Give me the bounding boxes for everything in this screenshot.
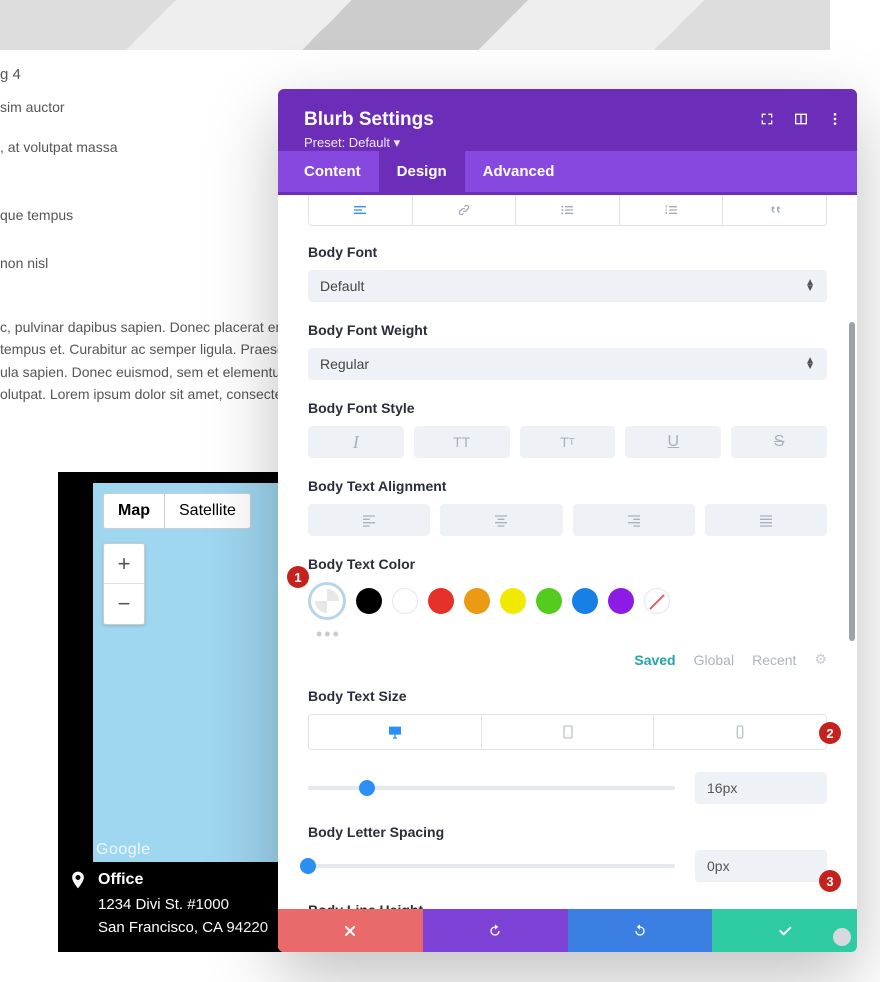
device-desktop-tab[interactable]	[309, 715, 482, 749]
text-element-tabbar	[308, 195, 827, 226]
zoom-in-button[interactable]: +	[104, 544, 144, 584]
color-swatch-green[interactable]	[536, 588, 562, 614]
modal-footer	[278, 909, 857, 952]
bg-line: non nisl	[0, 252, 48, 274]
paragraph-tab[interactable]	[309, 195, 413, 225]
tab-content[interactable]: Content	[304, 151, 361, 192]
map-type-controls: Map Satellite	[103, 493, 251, 529]
modal-header: Blurb Settings Preset: Default ▾ Content…	[278, 89, 857, 195]
bg-line: , at volutpat massa	[0, 136, 118, 158]
align-center-button[interactable]	[440, 504, 562, 536]
align-justify-button[interactable]	[705, 504, 827, 536]
device-tablet-tab[interactable]	[482, 715, 655, 749]
label-body-letter-spacing: Body Letter Spacing	[308, 824, 827, 840]
palette-tab-saved[interactable]: Saved	[634, 652, 675, 668]
body-font-select[interactable]: Default ▲▼	[308, 270, 827, 302]
color-swatch-orange[interactable]	[464, 588, 490, 614]
tab-design[interactable]: Design	[379, 151, 465, 192]
text-size-slider[interactable]	[308, 786, 675, 790]
bg-heading: g 4	[0, 63, 21, 87]
scrollbar-thumb[interactable]	[849, 322, 855, 641]
modal-preset-dropdown[interactable]: Preset: Default ▾	[304, 135, 831, 151]
map-type-map-button[interactable]: Map	[103, 493, 165, 529]
expand-icon[interactable]	[759, 111, 775, 132]
letter-spacing-slider-row: 0px	[308, 850, 827, 882]
label-body-font-style: Body Font Style	[308, 400, 827, 416]
modal-tabs: Content Design Advanced	[278, 151, 857, 192]
device-phone-tab[interactable]	[654, 715, 826, 749]
kebab-menu-icon[interactable]	[827, 111, 843, 132]
zoom-controls: + −	[103, 543, 145, 625]
bg-paragraph: c, pulvinar dapibus sapien. Donec placer…	[0, 316, 296, 406]
blurb-settings-modal: Blurb Settings Preset: Default ▾ Content…	[278, 89, 857, 952]
letter-spacing-slider[interactable]	[308, 864, 675, 868]
letter-spacing-input[interactable]: 0px	[695, 850, 827, 882]
undo-button[interactable]	[423, 909, 568, 952]
modal-body: Body Font Default ▲▼ Body Font Weight Re…	[278, 195, 857, 909]
help-icon[interactable]	[833, 928, 851, 946]
smallcaps-button[interactable]: TT	[520, 426, 616, 458]
slider-thumb[interactable]	[300, 858, 316, 874]
select-caret-icon: ▲▼	[805, 358, 815, 370]
palette-settings-icon[interactable]: ⚙	[814, 651, 827, 668]
color-swatch-black[interactable]	[356, 588, 382, 614]
strikethrough-button[interactable]: S	[731, 426, 827, 458]
slider-thumb[interactable]	[359, 780, 375, 796]
select-caret-icon: ▲▼	[805, 280, 815, 292]
color-swatch-purple[interactable]	[608, 588, 634, 614]
color-swatch-yellow[interactable]	[500, 588, 526, 614]
text-alignment-buttons	[308, 504, 827, 536]
label-body-text-size: Body Text Size	[308, 688, 827, 704]
redo-button[interactable]	[568, 909, 713, 952]
underline-button[interactable]: U	[625, 426, 721, 458]
color-swatch-none[interactable]	[644, 588, 670, 614]
color-swatch-white[interactable]	[392, 588, 418, 614]
more-colors-icon[interactable]: •••	[316, 624, 827, 645]
background-header-banner	[0, 0, 830, 50]
responsive-device-tabs	[308, 714, 827, 750]
palette-tab-global[interactable]: Global	[694, 652, 734, 668]
annotation-badge-3: 3	[819, 870, 841, 892]
cancel-button[interactable]	[278, 909, 423, 952]
zoom-out-button[interactable]: −	[104, 584, 144, 624]
italic-button[interactable]: I	[308, 426, 404, 458]
ol-tab[interactable]	[620, 195, 724, 225]
link-tab[interactable]	[413, 195, 517, 225]
bg-line: que tempus	[0, 204, 73, 226]
color-picker-button[interactable]	[308, 582, 346, 620]
map-pin-icon	[58, 864, 98, 952]
modal-title: Blurb Settings	[304, 109, 831, 131]
label-body-text-color: Body Text Color	[308, 556, 827, 572]
annotation-badge-2: 2	[819, 722, 841, 744]
color-swatch-red[interactable]	[428, 588, 454, 614]
color-swatch-row	[308, 582, 827, 620]
color-swatch-blue[interactable]	[572, 588, 598, 614]
body-font-value: Default	[320, 278, 364, 294]
palette-tabs: Saved Global Recent ⚙	[308, 651, 827, 668]
google-logo: Google	[96, 841, 151, 859]
body-font-weight-value: Regular	[320, 356, 369, 372]
bg-line: sim auctor	[0, 96, 65, 118]
body-font-weight-select[interactable]: Regular ▲▼	[308, 348, 827, 380]
text-size-slider-row: 16px	[308, 772, 827, 804]
font-style-buttons: I TT TT U S	[308, 426, 827, 458]
align-right-button[interactable]	[573, 504, 695, 536]
text-size-input[interactable]: 16px	[695, 772, 827, 804]
annotation-badge-1: 1	[287, 566, 309, 588]
quote-tab[interactable]	[723, 195, 826, 225]
tab-advanced[interactable]: Advanced	[483, 151, 555, 192]
panel-icon[interactable]	[793, 111, 809, 132]
palette-tab-recent[interactable]: Recent	[752, 652, 796, 668]
label-body-font: Body Font	[308, 244, 827, 260]
map-type-satellite-button[interactable]: Satellite	[165, 493, 251, 529]
label-body-text-alignment: Body Text Alignment	[308, 478, 827, 494]
uppercase-button[interactable]: TT	[414, 426, 510, 458]
ul-tab[interactable]	[516, 195, 620, 225]
label-body-line-height: Body Line Height	[308, 902, 827, 909]
align-left-button[interactable]	[308, 504, 430, 536]
label-body-font-weight: Body Font Weight	[308, 322, 827, 338]
